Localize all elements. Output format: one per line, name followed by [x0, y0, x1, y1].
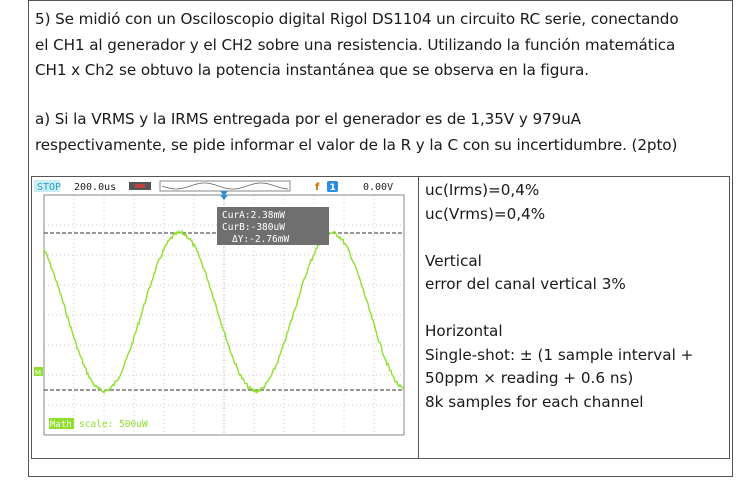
trigger-level: 0.00V: [363, 182, 393, 193]
trigger-marker-icon: [220, 195, 228, 200]
table-divider: [418, 177, 419, 458]
spec-gap-1: [425, 226, 725, 250]
spec-uc-irms: uc(Irms)=0,4%: [425, 181, 540, 199]
cursor-delta-readout: ΔY:-2.76mW: [232, 234, 289, 245]
trigger-channel: 1: [330, 183, 336, 193]
spec-vertical-heading: Vertical: [425, 251, 482, 270]
waveform-overview-icon: [159, 180, 291, 192]
spec-single-shot: Single-shot: ± (1 sample interval +: [425, 345, 694, 364]
specs-panel: uc(Irms)=0,4% uc(Vrms)=0,4% Vertical err…: [425, 179, 725, 414]
oscilloscope-display: STOP 200.0us f 1 0.00V CurA:2.38mW CurB:…: [34, 180, 405, 436]
memory-window-icon: [135, 184, 145, 188]
spec-gap-2: [425, 297, 725, 321]
intro-line-3: CH1 x Ch2 se obtuvo la potencia instantá…: [35, 61, 589, 79]
status-badge: STOP: [37, 182, 61, 193]
spec-samples: 8k samples for each channel: [425, 392, 644, 411]
timebase-readout: 200.0us: [74, 182, 116, 193]
spec-reading: 50ppm × reading + 0.6 ns): [425, 369, 634, 387]
figure-table: STOP 200.0us f 1 0.00V CurA:2.38mW CurB:…: [31, 176, 730, 459]
spec-horizontal-heading: Horizontal: [425, 322, 503, 340]
trigger-edge-icon: f: [315, 182, 320, 193]
part-a-line-2: respectivamente, se pide informar el val…: [35, 135, 678, 154]
cursor-a-readout: CurA:2.38mW: [222, 210, 285, 221]
cursor-b-readout: CurB:-380uW: [222, 222, 285, 233]
spec-uc-vrms: uc(Vrms)=0,4%: [425, 204, 546, 223]
math-offset-marker-label: M: [35, 369, 41, 377]
overview-wave: [161, 182, 289, 190]
spec-vertical-error: error del canal vertical 3%: [425, 275, 626, 293]
intro-line-1: 5) Se midió con un Osciloscopio digital …: [35, 10, 679, 28]
math-scale: scale: 500uW: [79, 419, 148, 430]
question-intro: 5) Se midió con un Osciloscopio digital …: [35, 7, 725, 84]
math-tag: Math: [50, 420, 72, 430]
part-a-line-1: a) Si la VRMS y la IRMS entregada por el…: [35, 110, 581, 128]
oscilloscope-screenshot: STOP 200.0us f 1 0.00V CurA:2.38mW CurB:…: [32, 177, 413, 458]
question-part-a: a) Si la VRMS y la IRMS entregada por el…: [35, 107, 725, 158]
intro-line-2: el CH1 al generador y el CH2 sobre una r…: [35, 35, 676, 54]
